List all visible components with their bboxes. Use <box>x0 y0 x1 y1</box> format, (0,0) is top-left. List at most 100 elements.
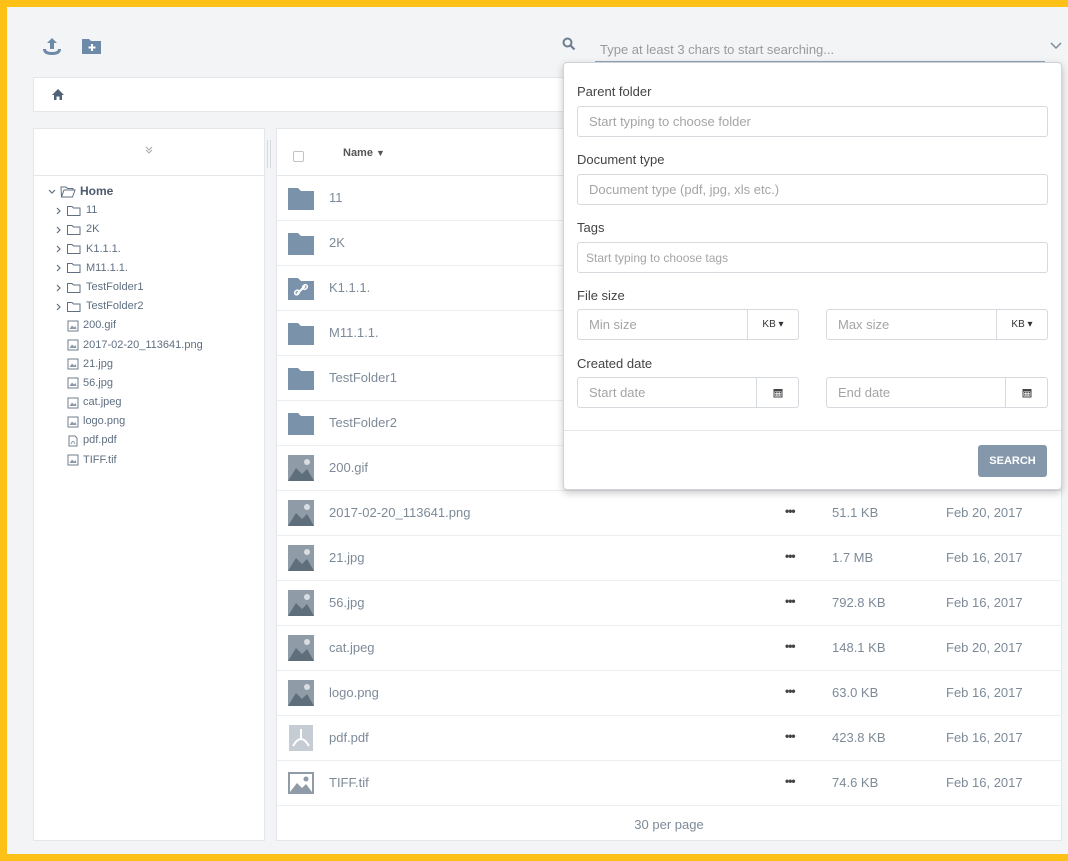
tree-item-folder[interactable]: TestFolder1 <box>46 278 203 297</box>
image-thumbnail-icon <box>288 680 314 706</box>
file-name[interactable]: TestFolder2 <box>329 415 397 430</box>
home-icon[interactable] <box>51 88 65 104</box>
upload-icon[interactable] <box>41 37 63 60</box>
tree-item-label: M11.1.1. <box>86 261 128 274</box>
file-name[interactable]: 56.jpg <box>329 595 364 610</box>
tree-item-file[interactable]: pdf.pdf <box>46 431 203 450</box>
file-date: Feb 20, 2017 <box>946 640 1023 655</box>
tree-item-label: pdf.pdf <box>83 434 117 447</box>
chevron-right-icon[interactable] <box>52 206 66 216</box>
row-actions-icon[interactable]: ••• <box>785 774 796 788</box>
file-name[interactable]: logo.png <box>329 685 379 700</box>
row-actions-icon[interactable]: ••• <box>785 549 796 563</box>
tree-item-file[interactable]: 21.jpg <box>46 355 203 374</box>
file-name[interactable]: TestFolder1 <box>329 370 397 385</box>
collapse-icon[interactable] <box>144 143 154 158</box>
row-thumbnail <box>287 274 315 302</box>
tree-item-file[interactable]: 200.gif <box>46 316 203 335</box>
tree-item-label: 200.gif <box>83 319 117 332</box>
folder-icon <box>67 301 81 312</box>
tags-input[interactable] <box>577 242 1048 273</box>
row-thumbnail <box>287 769 315 797</box>
select-all-checkbox[interactable] <box>293 151 304 162</box>
tree-item-file[interactable]: logo.png <box>46 412 203 431</box>
tree-item-folder[interactable]: M11.1.1. <box>46 259 203 278</box>
table-row[interactable]: 2017-02-20_113641.png ••• 51.1 KB Feb 20, 2… <box>277 491 1061 536</box>
image-file-icon <box>67 416 79 428</box>
file-name[interactable]: 11 <box>329 190 343 205</box>
tree-item-label: 11 <box>86 204 98 217</box>
row-actions-icon[interactable]: ••• <box>785 639 796 653</box>
search-input[interactable] <box>595 37 1045 62</box>
file-name[interactable]: 200.gif <box>329 460 368 475</box>
file-name[interactable]: K1.1.1. <box>329 280 370 295</box>
parent-folder-input[interactable] <box>577 106 1048 137</box>
min-size-input[interactable] <box>577 309 748 340</box>
file-size: 792.8 KB <box>832 595 886 610</box>
tree-item-label: 2017-02-20_113641.png <box>83 338 203 351</box>
row-thumbnail <box>287 184 315 212</box>
new-folder-icon[interactable] <box>81 37 103 58</box>
tree-item-file[interactable]: 2017-02-20_113641.png <box>46 336 203 355</box>
folder-icon <box>67 224 81 235</box>
link-folder-icon <box>288 278 314 300</box>
table-row[interactable]: 56.jpg ••• 792.8 KB Feb 16, 2017 <box>277 581 1061 626</box>
file-date: Feb 16, 2017 <box>946 550 1023 565</box>
end-date-calendar-icon[interactable] <box>1006 377 1048 408</box>
max-size-unit-dropdown[interactable]: KB ▾ <box>997 309 1048 340</box>
tree-item-folder[interactable]: TestFolder2 <box>46 297 203 316</box>
table-row[interactable]: cat.jpeg ••• 148.1 KB Feb 20, 2017 <box>277 626 1061 671</box>
table-row[interactable]: pdf.pdf ••• 423.8 KB Feb 16, 2017 <box>277 716 1061 761</box>
chevron-down-icon[interactable] <box>1049 39 1063 54</box>
chevron-right-icon[interactable] <box>52 225 66 235</box>
table-row[interactable]: logo.png ••• 63.0 KB Feb 16, 2017 <box>277 671 1061 716</box>
row-actions-icon[interactable]: ••• <box>785 729 796 743</box>
tree-item-folder[interactable]: 11 <box>46 201 203 220</box>
row-thumbnail <box>287 679 315 707</box>
row-actions-icon[interactable]: ••• <box>785 594 796 608</box>
end-date-input[interactable] <box>826 377 1006 408</box>
row-actions-icon[interactable]: ••• <box>785 504 796 518</box>
row-thumbnail <box>287 454 315 482</box>
file-name[interactable]: cat.jpeg <box>329 640 375 655</box>
start-date-input[interactable] <box>577 377 757 408</box>
start-date-calendar-icon[interactable] <box>757 377 799 408</box>
search-icon <box>562 37 576 54</box>
table-row[interactable]: TIFF.tif ••• 74.6 KB Feb 16, 2017 <box>277 761 1061 806</box>
chevron-right-icon[interactable] <box>52 263 66 273</box>
chevron-right-icon[interactable] <box>52 302 66 312</box>
chevron-down-icon[interactable] <box>46 187 60 197</box>
file-name[interactable]: TIFF.tif <box>329 775 369 790</box>
row-thumbnail <box>287 499 315 527</box>
tree-item-label: 56.jpg <box>83 376 113 389</box>
tree-item-folder[interactable]: K1.1.1. <box>46 240 203 259</box>
folder-icon <box>67 244 81 255</box>
file-name[interactable]: 21.jpg <box>329 550 364 565</box>
tree-item-file[interactable]: TIFF.tif <box>46 451 203 470</box>
file-name[interactable]: 2K <box>329 235 345 250</box>
name-column-header[interactable]: Name ▼ <box>343 147 385 159</box>
file-name[interactable]: pdf.pdf <box>329 730 369 745</box>
image-file-icon <box>67 377 79 389</box>
tree-item-home[interactable]: Home <box>46 182 203 201</box>
pdf-file-icon <box>289 725 313 751</box>
table-row[interactable]: 21.jpg ••• 1.7 MB Feb 16, 2017 <box>277 536 1061 581</box>
document-type-input[interactable] <box>577 174 1048 205</box>
tree-item-label: logo.png <box>83 415 126 428</box>
tree-item-label: TestFolder1 <box>86 280 144 293</box>
file-name[interactable]: M11.1.1. <box>329 325 379 340</box>
splitter[interactable] <box>267 140 271 168</box>
max-size-input[interactable] <box>826 309 997 340</box>
chevron-right-icon[interactable] <box>52 244 66 254</box>
row-actions-icon[interactable]: ••• <box>785 684 796 698</box>
search-button[interactable]: SEARCH <box>978 445 1047 477</box>
min-size-unit-dropdown[interactable]: KB ▾ <box>748 309 799 340</box>
chevron-right-icon[interactable] <box>52 283 66 293</box>
tree-item-folder[interactable]: 2K <box>46 220 203 239</box>
per-page-selector[interactable]: 30 per page <box>277 817 1061 832</box>
tree-item-file[interactable]: 56.jpg <box>46 374 203 393</box>
tree-item-file[interactable]: cat.jpeg <box>46 393 203 412</box>
tree-item-label: Home <box>80 184 114 198</box>
file-name[interactable]: 2017-02-20_113641.png <box>329 505 470 520</box>
file-date: Feb 16, 2017 <box>946 595 1023 610</box>
